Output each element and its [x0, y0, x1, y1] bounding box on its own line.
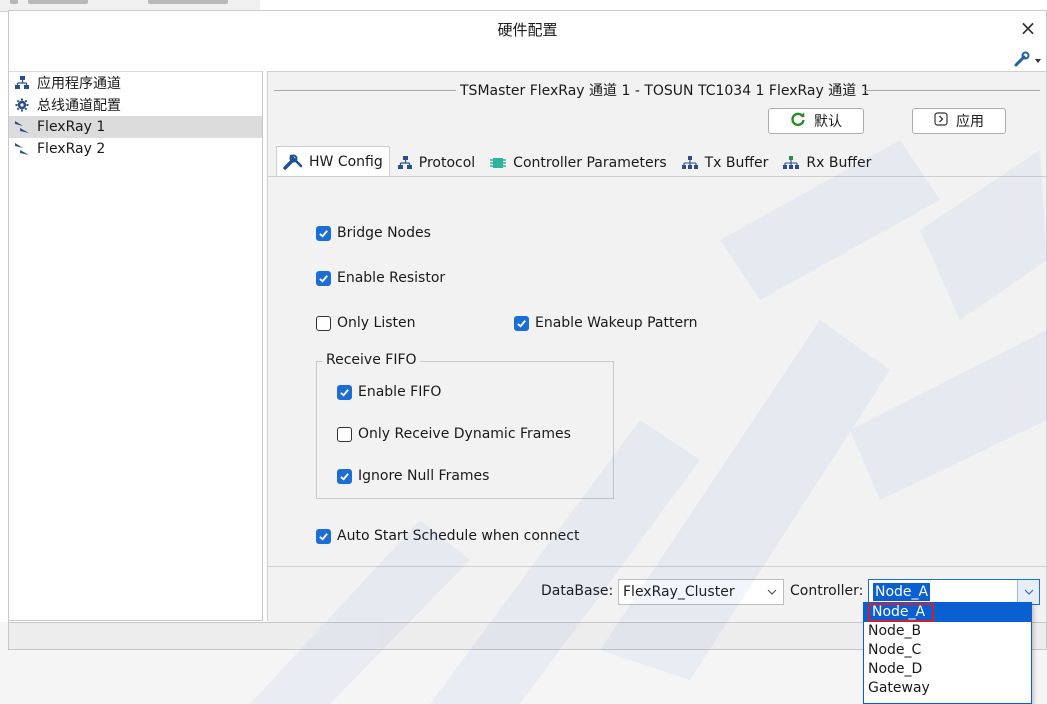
dropdown-option-node-c[interactable]: Node_C	[864, 641, 1031, 660]
controller-value-wrap: Node_A	[869, 583, 1017, 601]
checkbox-unchecked-icon	[337, 426, 352, 442]
buffer-icon	[681, 155, 699, 170]
default-button-label: 默认	[814, 114, 842, 130]
channel-group-header: TSMaster FlexRay 通道 1 - TOSUN TC1034 1 F…	[268, 80, 1046, 100]
refresh-icon	[790, 111, 806, 131]
apply-button-label: 应用	[956, 114, 984, 130]
tree-item-flexray-2[interactable]: FlexRay 2	[9, 138, 262, 160]
checkbox-label: Bridge Nodes	[337, 225, 431, 241]
apply-icon	[934, 112, 948, 130]
checkbox-checked-icon	[316, 270, 331, 286]
checkbox-label: Only Receive Dynamic Frames	[358, 426, 571, 442]
flexray-icon	[13, 141, 31, 157]
ghost-glyph	[28, 0, 88, 4]
checkbox-label: Enable FIFO	[358, 384, 442, 400]
only-listen-checkbox[interactable]: Only Listen	[316, 315, 415, 331]
tab-rx-buffer[interactable]: Rx Buffer	[775, 148, 878, 176]
bridge-nodes-checkbox[interactable]: Bridge Nodes	[316, 225, 431, 241]
checkbox-checked-icon	[316, 528, 331, 544]
gear-icon	[13, 97, 31, 113]
enable-resistor-checkbox[interactable]: Enable Resistor	[316, 270, 445, 286]
wrench-icon	[1014, 51, 1041, 67]
header-rule-right	[864, 90, 1040, 91]
tree-item-app-channel[interactable]: 应用程序通道	[9, 72, 262, 94]
ghost-glyph	[148, 0, 228, 4]
buffer-icon	[782, 155, 800, 170]
flexray-icon	[13, 119, 31, 135]
enable-fifo-checkbox[interactable]: Enable FIFO	[337, 384, 441, 400]
checkbox-checked-icon	[514, 315, 529, 331]
tab-tx-buffer[interactable]: Tx Buffer	[674, 148, 776, 176]
hardware-config-dialog: 硬件配置 × 应用程序通道 总线通道配置 FlexRay 1 FlexRay 2…	[8, 10, 1047, 650]
apply-button[interactable]: 应用	[912, 108, 1006, 134]
enable-wakeup-checkbox[interactable]: Enable Wakeup Pattern	[514, 315, 697, 331]
tree-item-label: FlexRay 1	[37, 119, 106, 135]
tools-icon	[283, 154, 303, 170]
default-button[interactable]: 默认	[768, 108, 864, 134]
checkbox-label: Ignore Null Frames	[358, 468, 490, 484]
tree-item-label: FlexRay 2	[37, 141, 106, 157]
chip-icon	[489, 156, 507, 170]
tree-item-label: 总线通道配置	[37, 98, 121, 114]
dropdown-option-gateway[interactable]: Gateway	[864, 679, 1031, 698]
dropdown-option-node-a[interactable]: Node_A	[864, 603, 1031, 622]
checkbox-checked-icon	[337, 384, 352, 400]
hw-config-content: Bridge Nodes Enable Resistor Only Listen…	[268, 176, 1046, 568]
title-bar: 硬件配置 ×	[9, 11, 1046, 47]
dialog-title: 硬件配置	[497, 21, 558, 39]
checkbox-checked-icon	[316, 225, 331, 241]
close-button[interactable]: ×	[1014, 15, 1042, 43]
checkbox-label: Auto Start Schedule when connect	[337, 528, 580, 544]
network-icon	[13, 75, 31, 91]
receive-fifo-legend: Receive FIFO	[323, 352, 420, 368]
dropdown-option-node-b[interactable]: Node_B	[864, 622, 1031, 641]
auto-start-schedule-checkbox[interactable]: Auto Start Schedule when connect	[316, 528, 579, 544]
tree-item-bus-config[interactable]: 总线通道配置	[9, 94, 262, 116]
tab-label: Tx Buffer	[704, 154, 769, 171]
ghost-glyph	[10, 0, 18, 4]
channel-header-text: TSMaster FlexRay 通道 1 - TOSUN TC1034 1 F…	[456, 80, 874, 100]
dropdown-option-node-d[interactable]: Node_D	[864, 660, 1031, 679]
chevron-down-icon	[1017, 580, 1039, 604]
receive-fifo-group: Receive FIFO Enable FIFO Only Receive Dy…	[316, 352, 614, 499]
database-label: DataBase:	[541, 583, 614, 599]
checkbox-label: Only Listen	[337, 315, 416, 331]
checkbox-label: Enable Resistor	[337, 270, 446, 286]
header-rule-left	[274, 90, 460, 91]
controller-label: Controller:	[790, 583, 864, 599]
checkbox-unchecked-icon	[316, 315, 331, 331]
config-tabs: HW Config Protocol Controller Parameters…	[276, 146, 878, 176]
chevron-down-icon	[761, 580, 783, 604]
checkbox-label: Enable Wakeup Pattern	[535, 315, 698, 331]
only-dynamic-frames-checkbox[interactable]: Only Receive Dynamic Frames	[337, 426, 571, 442]
tree-item-label: 应用程序通道	[37, 76, 121, 92]
checkbox-checked-icon	[337, 468, 352, 484]
wrench-menu-button[interactable]	[1010, 51, 1042, 69]
database-select[interactable]: FlexRay_Cluster	[618, 579, 784, 605]
tab-label: HW Config	[309, 153, 383, 170]
controller-dropdown-list[interactable]: Node_A Node_B Node_C Node_D Gateway	[863, 602, 1032, 704]
config-panel: TSMaster FlexRay 通道 1 - TOSUN TC1034 1 F…	[267, 71, 1047, 622]
channel-tree: 应用程序通道 总线通道配置 FlexRay 1 FlexRay 2	[9, 71, 263, 621]
controller-value: Node_A	[873, 583, 931, 601]
tab-label: Controller Parameters	[513, 154, 667, 171]
ignore-null-frames-checkbox[interactable]: Ignore Null Frames	[337, 468, 489, 484]
network-icon	[397, 155, 413, 170]
tree-item-flexray-1[interactable]: FlexRay 1	[9, 116, 262, 138]
database-value: FlexRay_Cluster	[623, 584, 735, 600]
tab-label: Protocol	[418, 154, 476, 171]
tab-hw-config[interactable]: HW Config	[276, 146, 390, 176]
dropdown-option-label: Node_A	[868, 603, 934, 622]
tab-label: Rx Buffer	[806, 154, 872, 171]
tab-controller-parameters[interactable]: Controller Parameters	[482, 148, 673, 176]
tab-protocol[interactable]: Protocol	[390, 148, 482, 176]
